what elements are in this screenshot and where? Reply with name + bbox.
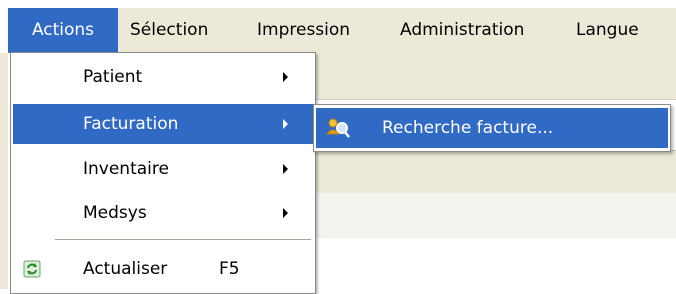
menu-impression-label: Impression [257,20,351,40]
window-top-edge [0,0,676,8]
menu-item-medsys-label: Medsys [83,203,147,223]
menu-item-recherche-facture[interactable]: Recherche facture... [316,108,668,148]
toolbar-strip-secondary [310,150,676,194]
menu-item-recherche-facture-label: Recherche facture... [382,118,554,138]
submenu-arrow-icon [283,164,288,174]
menu-item-actualiser[interactable]: Actualiser F5 [13,249,313,289]
menu-item-patient-label: Patient [83,67,143,87]
menu-langue[interactable]: Langue [576,8,639,53]
actions-dropdown-menu: Patient Facturation Inventaire Medsys Ac… [10,52,316,294]
menu-item-inventaire-label: Inventaire [83,159,169,179]
menu-item-patient[interactable]: Patient [13,57,313,97]
menu-langue-label: Langue [576,20,639,40]
menu-item-inventaire[interactable]: Inventaire [13,149,313,189]
content-strip [310,193,676,238]
menu-separator [55,239,311,240]
menu-administration-label: Administration [400,20,525,40]
toolbar-strip [310,53,676,100]
menubar: Actions Sélection Impression Administrat… [8,8,676,53]
refresh-icon [23,260,41,278]
menu-impression[interactable]: Impression [257,8,350,53]
submenu-arrow-icon [283,119,288,129]
menu-administration[interactable]: Administration [400,8,524,53]
menu-actions-label: Actions [31,20,95,40]
menu-item-facturation[interactable]: Facturation [13,104,313,144]
menu-item-actualiser-label: Actualiser [83,259,168,279]
menu-item-facturation-label: Facturation [83,114,179,134]
facturation-submenu: Recherche facture... [313,104,671,152]
shortcut-f5: F5 [219,259,240,279]
menu-item-medsys[interactable]: Medsys [13,193,313,233]
window-left-edge [0,53,8,289]
menu-selection-label: Sélection [130,20,209,40]
menu-actions[interactable]: Actions [8,8,118,53]
menu-selection[interactable]: Sélection [130,8,208,53]
submenu-arrow-icon [283,72,288,82]
search-person-icon [326,118,350,138]
submenu-arrow-icon [283,208,288,218]
